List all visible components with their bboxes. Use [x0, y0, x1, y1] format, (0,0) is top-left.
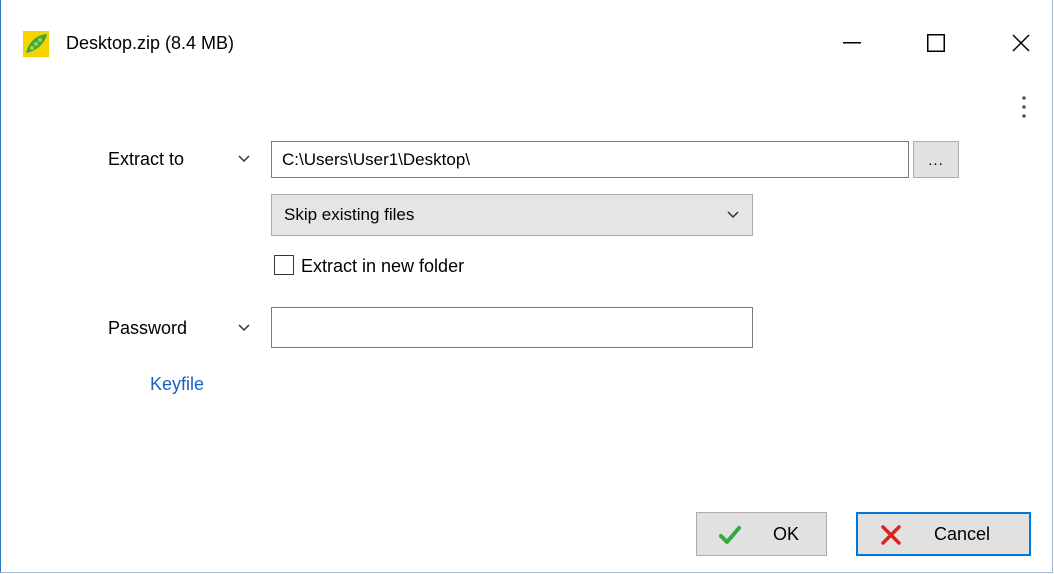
- title-bar: Desktop.zip (8.4 MB): [1, 0, 1052, 86]
- extract-path-value: C:\Users\User1\Desktop\: [282, 149, 470, 169]
- extract-path-input[interactable]: C:\Users\User1\Desktop\: [271, 141, 909, 178]
- extract-new-folder-checkbox[interactable]: [274, 255, 294, 275]
- ok-button[interactable]: OK: [696, 512, 827, 556]
- extract-dialog-window: Desktop.zip (8.4 MB) Extract to C:\Users…: [0, 0, 1053, 573]
- extract-to-chevron-down-icon[interactable]: [237, 154, 251, 164]
- extract-new-folder-label[interactable]: Extract in new folder: [301, 256, 464, 277]
- password-input[interactable]: [271, 307, 753, 348]
- peapod-app-icon: [23, 31, 49, 57]
- window-title: Desktop.zip (8.4 MB): [66, 33, 235, 53]
- overwrite-mode-value: Skip existing files: [284, 205, 415, 224]
- kebab-menu-icon[interactable]: [1018, 94, 1030, 122]
- cancel-button[interactable]: Cancel: [856, 512, 1031, 556]
- ok-label: OK: [773, 523, 800, 544]
- minimize-icon: [843, 42, 861, 44]
- maximize-icon: [927, 34, 945, 52]
- cancel-label: Cancel: [934, 523, 991, 544]
- checkmark-icon: [719, 526, 741, 544]
- minimize-button[interactable]: [829, 20, 875, 66]
- maximize-button[interactable]: [913, 20, 959, 66]
- close-button[interactable]: [998, 20, 1044, 66]
- x-cross-icon: [881, 525, 901, 545]
- password-label: Password: [108, 318, 188, 338]
- keyfile-link[interactable]: Keyfile: [150, 374, 204, 395]
- browse-button[interactable]: ...: [913, 141, 959, 178]
- extract-to-label: Extract to: [108, 149, 185, 169]
- password-chevron-down-icon[interactable]: [237, 323, 251, 333]
- chevron-down-icon: [727, 211, 739, 219]
- overwrite-mode-select[interactable]: Skip existing files: [271, 194, 753, 236]
- close-icon: [1012, 34, 1030, 52]
